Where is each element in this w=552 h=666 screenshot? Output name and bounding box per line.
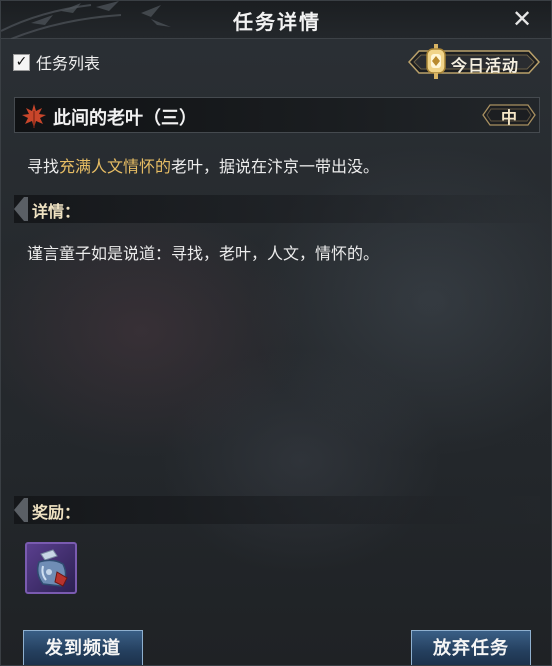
- maple-leaf-icon: [22, 104, 46, 128]
- quest-detail-panel: 任务详情 ✕ ✓ 任务列表 今日活动 此间的老叶（三） 中 寻找充满人文情怀的老…: [0, 0, 552, 666]
- objective-prefix: 寻找: [27, 157, 60, 176]
- close-icon[interactable]: ✕: [509, 6, 535, 32]
- difficulty-badge: 中: [481, 102, 537, 128]
- section-notch-icon: [14, 498, 28, 522]
- task-list-label: 任务列表: [36, 54, 101, 73]
- details-header-label: 详情：: [32, 202, 81, 221]
- reward-item-slot[interactable]: [25, 542, 77, 594]
- task-list-checkbox[interactable]: ✓: [13, 53, 30, 71]
- objective-highlight: 充满人文情怀的: [59, 157, 172, 176]
- title-bar: 任务详情 ✕: [1, 1, 551, 39]
- difficulty-label: 中: [500, 108, 517, 127]
- task-list-toggle[interactable]: ✓ 任务列表: [13, 51, 100, 73]
- objective-suffix: 老叶，据说在汴京一带出没。: [171, 157, 380, 176]
- potion-item-icon: [36, 549, 68, 587]
- details-text: 谨言童子如是说道：寻找，老叶，人文，情怀的。: [27, 244, 380, 263]
- today-activity-button[interactable]: 今日活动: [407, 43, 541, 81]
- quest-name: 此间的老叶（三）: [53, 108, 197, 129]
- details-section-header: 详情：: [14, 195, 540, 223]
- quest-title-bar: 此间的老叶（三） 中: [14, 97, 540, 133]
- share-to-channel-button[interactable]: 发到频道: [23, 630, 143, 665]
- section-notch-icon: [14, 197, 28, 221]
- reward-header-label: 奖励：: [32, 503, 81, 522]
- window-title: 任务详情: [233, 10, 321, 34]
- quest-objective: 寻找充满人文情怀的老叶，据说在汴京一带出没。: [27, 153, 379, 177]
- abandon-quest-button[interactable]: 放弃任务: [411, 630, 531, 665]
- reward-section-header: 奖励：: [14, 496, 540, 524]
- lantern-icon: [426, 44, 446, 79]
- today-activity-label: 今日活动: [451, 56, 520, 75]
